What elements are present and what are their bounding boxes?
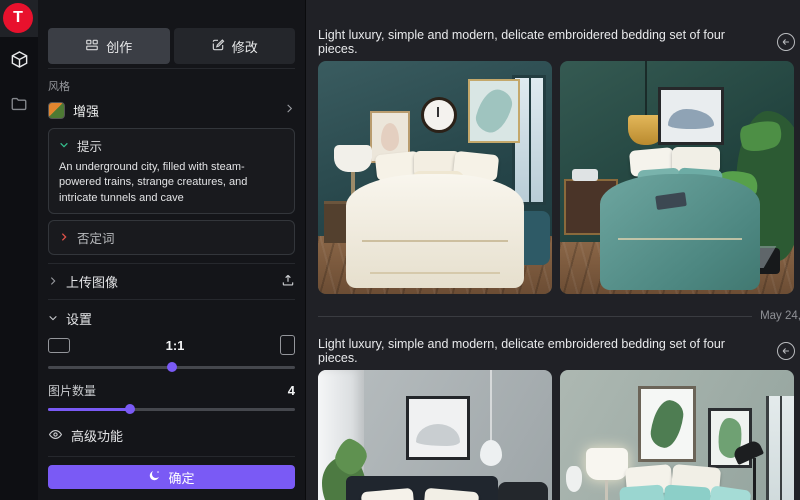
icon-rail: T (0, 0, 38, 500)
image-count-label: 图片数量 (48, 382, 96, 399)
negative-section-label: 否定词 (77, 228, 115, 247)
reuse-prompt-button[interactable] (777, 33, 795, 51)
arrow-left-circle-icon (781, 344, 791, 359)
app-logo[interactable]: T (3, 3, 33, 33)
tab-modify-label: 修改 (232, 37, 258, 56)
control-panel: 创作 修改 风格 增强 (38, 0, 306, 500)
sidebar-item-generate[interactable] (0, 47, 38, 77)
chevron-right-icon (48, 274, 58, 289)
generation-group-header: Light luxury, simple and modern, delicat… (318, 341, 795, 361)
divider-line (318, 316, 752, 317)
chevron-right-icon (284, 101, 295, 119)
image-count-slider[interactable] (48, 408, 295, 411)
generated-image[interactable] (560, 370, 794, 500)
generation-prompt: Light luxury, simple and modern, delicat… (318, 337, 767, 365)
crescent-icon (148, 469, 161, 485)
slider-thumb[interactable] (125, 404, 135, 414)
divider (48, 456, 295, 457)
grid-icon (85, 38, 99, 55)
prompt-section[interactable]: 提示 An underground city, filled with stea… (48, 128, 295, 214)
chevron-down-icon (59, 139, 69, 153)
arrow-left-circle-icon (781, 35, 791, 50)
landscape-ratio-icon[interactable] (48, 338, 70, 353)
confirm-button-label: 确定 (168, 468, 194, 487)
image-count-value: 4 (288, 383, 295, 398)
prompt-section-label: 提示 (77, 136, 102, 155)
advanced-features-label: 高级功能 (71, 426, 123, 445)
tab-create[interactable]: 创作 (48, 28, 170, 64)
negative-section[interactable]: 否定词 (48, 220, 295, 255)
upload-section-label: 上传图像 (66, 272, 118, 291)
divider (48, 68, 295, 69)
chevron-down-icon (48, 311, 58, 326)
aspect-ratio-row: 1:1 (48, 335, 295, 355)
confirm-button[interactable]: 确定 (48, 465, 295, 489)
app-window: T (0, 0, 800, 500)
generation-group-header: Light luxury, simple and modern, delicat… (318, 32, 795, 52)
sidebar-item-files[interactable] (0, 91, 38, 121)
image-row (318, 61, 795, 294)
reuse-prompt-button[interactable] (777, 342, 795, 360)
chevron-right-icon (59, 231, 69, 245)
edit-icon (211, 38, 225, 55)
tab-modify[interactable]: 修改 (174, 28, 296, 64)
slider-thumb[interactable] (167, 362, 177, 372)
generated-image[interactable] (318, 370, 552, 500)
settings-section-label: 设置 (66, 309, 92, 328)
style-thumbnail (48, 102, 65, 119)
eye-icon (48, 427, 63, 445)
prompt-text[interactable]: An underground city, filled with steam-p… (59, 160, 284, 206)
style-section-label: 风格 (48, 78, 295, 94)
aspect-ratio-slider[interactable] (48, 366, 295, 369)
mode-tabs: 创作 修改 (48, 28, 295, 64)
advanced-features-toggle[interactable]: 高级功能 (48, 426, 295, 445)
aspect-ratio-value: 1:1 (166, 338, 185, 353)
generated-image[interactable] (318, 61, 552, 294)
upload-icon[interactable] (281, 273, 295, 290)
upload-image-section[interactable]: 上传图像 (48, 263, 295, 300)
cube-icon (10, 50, 29, 74)
generated-image[interactable] (560, 61, 794, 294)
style-value: 增强 (73, 101, 99, 120)
portrait-ratio-icon[interactable] (280, 335, 295, 355)
date-label: May 24, (760, 310, 800, 322)
folder-icon (10, 95, 28, 118)
image-row (318, 370, 795, 500)
app-logo-letter: T (13, 9, 23, 27)
generation-prompt: Light luxury, simple and modern, delicat… (318, 28, 767, 56)
image-count-row: 图片数量 4 (48, 382, 295, 399)
style-selector[interactable]: 增强 (48, 99, 295, 121)
generation-history: Light luxury, simple and modern, delicat… (306, 0, 800, 500)
tab-create-label: 创作 (106, 37, 132, 56)
settings-section-header[interactable]: 设置 (48, 300, 295, 330)
date-divider: May 24, (318, 308, 795, 324)
